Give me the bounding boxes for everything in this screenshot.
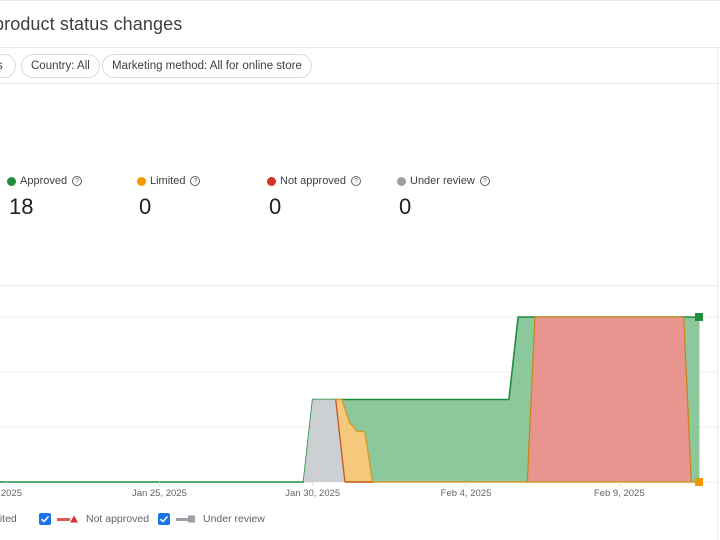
stat-approved: Approved ? 18: [7, 172, 83, 220]
limited-dot-icon: [137, 176, 146, 186]
stat-value: 0: [269, 194, 282, 219]
x-tick-label: Jan 25, 2025: [132, 488, 187, 499]
title-bar: product status changes: [0, 0, 720, 48]
stat-label: Not approved: [280, 175, 347, 187]
filter-chip-country[interactable]: Country: All: [21, 54, 100, 78]
stat-value: 0: [139, 194, 152, 219]
x-tick-label: Feb 4, 2025: [441, 488, 492, 499]
area-layer: [0, 316, 700, 483]
x-tick-label: Jan 30, 2025: [285, 488, 340, 499]
help-icon[interactable]: ?: [479, 176, 490, 186]
panel-divider: [717, 48, 718, 540]
stat-value: 0: [399, 194, 412, 219]
help-icon[interactable]: ?: [72, 176, 83, 186]
filter-chip-partial[interactable]: rs: [0, 54, 16, 78]
filter-bar: rs Country: All Marketing method: All fo…: [0, 48, 720, 84]
help-icon[interactable]: ?: [190, 176, 201, 186]
legend-item-limited[interactable]: nited: [0, 510, 17, 528]
x-tick-label: 0, 2025: [0, 488, 22, 499]
under-review-dot-icon: [397, 176, 406, 186]
legend-item-under-review[interactable]: Under review: [158, 510, 265, 528]
stat-under-review: Under review ? 0: [397, 172, 490, 220]
stat-value: 18: [9, 194, 34, 219]
check-icon: [40, 515, 50, 523]
status-area-chart: 0, 2025 Jan 25, 2025 Jan 30, 2025 Feb 4, 20…: [0, 313, 717, 499]
page-title: product status changes: [0, 14, 183, 34]
area-not-approved: [527, 317, 692, 482]
legend-item-not-approved[interactable]: Not approved: [39, 510, 149, 528]
stat-not-approved: Not approved ? 0: [267, 172, 362, 220]
stat-label: Limited: [150, 175, 186, 187]
approved-dot-icon: [7, 176, 16, 186]
triangle-marker-icon: [57, 514, 79, 524]
filter-chip-marketing-method[interactable]: Marketing method: All for online store: [102, 54, 312, 78]
x-tick-label: Feb 9, 2025: [594, 488, 645, 499]
check-icon: [159, 515, 169, 523]
checkbox-not-approved[interactable]: [39, 513, 51, 525]
square-marker-icon: [176, 514, 196, 524]
stat-limited: Limited ? 0: [137, 172, 201, 220]
help-icon[interactable]: ?: [351, 176, 362, 186]
approved-end-marker: [695, 313, 703, 321]
checkbox-under-review[interactable]: [158, 513, 170, 525]
limited-end-marker: [695, 478, 703, 486]
chart-legend: nited Not approved Under review: [0, 510, 720, 528]
not-approved-dot-icon: [267, 176, 276, 186]
legend-label: nited: [0, 513, 17, 525]
x-axis: 0, 2025 Jan 25, 2025 Jan 30, 2025 Feb 4, 20…: [0, 482, 645, 499]
legend-label: Not approved: [86, 513, 150, 525]
legend-label: Under review: [203, 513, 265, 525]
status-summary: Approved ? 18 Limited ? 0 Not approved ?…: [0, 172, 720, 232]
stat-label: Under review: [410, 175, 475, 187]
stat-label: Approved: [20, 175, 68, 187]
